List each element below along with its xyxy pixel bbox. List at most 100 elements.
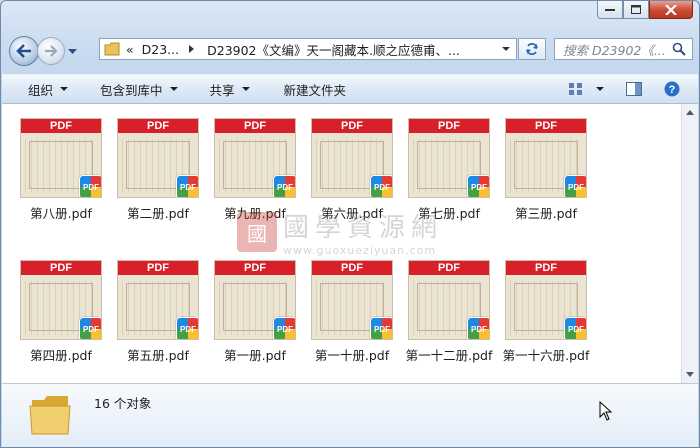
organize-menu[interactable]: 组织: [28, 80, 69, 99]
maximize-button[interactable]: [623, 1, 649, 19]
file-name: 第二册.pdf: [127, 206, 189, 221]
include-in-library-menu[interactable]: 包含到库中: [100, 80, 178, 99]
file-item[interactable]: PDF PDF 第五册.pdf: [110, 260, 206, 364]
organize-label: 组织: [28, 82, 54, 98]
pdf-banner: PDF: [409, 119, 489, 133]
maximize-icon: [631, 5, 641, 14]
chevron-down-icon: [60, 87, 69, 91]
file-item[interactable]: PDF PDF 第一十册.pdf: [304, 260, 400, 364]
pdf-app-icon: PDF: [176, 317, 198, 339]
view-grid-icon: [569, 83, 583, 95]
pdf-app-icon: PDF: [370, 317, 392, 339]
file-name: 第一十六册.pdf: [502, 348, 590, 363]
file-item[interactable]: PDF PDF 第一十二册.pdf: [401, 260, 497, 364]
forward-button[interactable]: [37, 37, 65, 65]
chevron-down-icon: [169, 87, 178, 91]
mouse-cursor-icon: [599, 401, 613, 421]
file-name: 第五册.pdf: [127, 348, 189, 363]
svg-text:?: ?: [669, 84, 676, 96]
pdf-app-icon: PDF: [79, 175, 101, 197]
file-item[interactable]: PDF PDF 第二册.pdf: [110, 118, 206, 222]
file-name: 第三册.pdf: [515, 206, 577, 221]
pdf-thumbnail: PDF PDF: [408, 118, 490, 198]
pdf-thumbnail: PDF PDF: [214, 260, 296, 340]
new-folder-label: 新建文件夹: [283, 82, 347, 98]
folder-icon: [29, 396, 71, 435]
watermark-seal: 國: [237, 212, 277, 252]
pdf-app-icon: PDF: [467, 317, 489, 339]
watermark-url: www.guoxueziyuan.com: [283, 244, 437, 257]
pdf-banner: PDF: [215, 261, 295, 275]
navigation-buttons: [9, 36, 77, 66]
chevron-down-icon[interactable]: [596, 87, 605, 91]
pdf-thumbnail: PDF PDF: [214, 118, 296, 198]
search-placeholder: 搜索 D23902《...: [563, 42, 666, 58]
preview-pane-icon: [626, 82, 643, 96]
pdf-app-icon: PDF: [564, 317, 586, 339]
caption-buttons: [597, 1, 693, 19]
details-pane: 16 个对象: [2, 383, 698, 447]
pdf-thumbnail: PDF PDF: [20, 260, 102, 340]
pdf-app-icon: PDF: [273, 317, 295, 339]
new-folder-button[interactable]: 新建文件夹: [284, 80, 347, 99]
breadcrumb-chevron-icon[interactable]: [189, 45, 195, 53]
file-name: 第八册.pdf: [30, 206, 92, 221]
pdf-thumbnail: PDF PDF: [408, 260, 490, 340]
help-button[interactable]: ?: [664, 81, 680, 97]
refresh-button[interactable]: [518, 38, 546, 60]
pdf-banner: PDF: [21, 119, 101, 133]
address-bar[interactable]: « D23... D23902《文编》天一阁藏本.顺之应德甫、...: [99, 38, 517, 60]
address-overflow[interactable]: «: [126, 42, 134, 57]
file-name: 第一册.pdf: [224, 348, 286, 363]
pdf-thumbnail: PDF PDF: [117, 118, 199, 198]
search-icon[interactable]: [672, 42, 686, 56]
pdf-thumbnail: PDF PDF: [311, 118, 393, 198]
recent-pages-dropdown[interactable]: [68, 44, 77, 58]
share-label: 共享: [209, 82, 235, 98]
item-count: 16 个对象: [94, 396, 152, 411]
pdf-app-icon: PDF: [370, 175, 392, 197]
refresh-icon: [526, 43, 538, 55]
minimize-icon: [605, 8, 615, 11]
explorer-window: « D23... D23902《文编》天一阁藏本.顺之应德甫、... 搜索 D2…: [0, 0, 700, 448]
forward-arrow-icon: [45, 45, 58, 57]
pdf-banner: PDF: [506, 119, 586, 133]
pdf-thumbnail: PDF PDF: [117, 260, 199, 340]
search-box[interactable]: 搜索 D23902《...: [554, 38, 693, 60]
pdf-app-icon: PDF: [79, 317, 101, 339]
pdf-thumbnail: PDF PDF: [505, 260, 587, 340]
folder-icon: [104, 42, 120, 56]
help-icon: ?: [664, 81, 680, 97]
pdf-banner: PDF: [506, 261, 586, 275]
pdf-thumbnail: PDF PDF: [20, 118, 102, 198]
pdf-app-icon: PDF: [273, 175, 295, 197]
pdf-app-icon: PDF: [176, 175, 198, 197]
minimize-button[interactable]: [597, 1, 623, 19]
close-icon: [665, 4, 677, 15]
close-button[interactable]: [649, 1, 693, 19]
watermark: 國 國學資源網 www.guoxueziyuan.com: [237, 207, 443, 257]
preview-pane-button[interactable]: [626, 82, 643, 96]
change-view-button[interactable]: [568, 82, 605, 96]
chevron-up-icon: [686, 110, 694, 115]
file-item[interactable]: PDF PDF 第八册.pdf: [13, 118, 109, 222]
share-menu[interactable]: 共享: [210, 80, 250, 99]
breadcrumb-current[interactable]: D23902《文编》天一阁藏本.顺之应德甫、...: [207, 40, 460, 59]
vertical-scrollbar[interactable]: [681, 104, 698, 383]
file-item[interactable]: PDF PDF 第一册.pdf: [207, 260, 303, 364]
command-bar: 组织 包含到库中 共享 新建文件夹 ?: [2, 74, 698, 104]
scroll-down-button[interactable]: [682, 366, 698, 383]
file-item[interactable]: PDF PDF 第四册.pdf: [13, 260, 109, 364]
breadcrumb-parent[interactable]: D23...: [142, 42, 179, 57]
file-name: 第一十册.pdf: [314, 348, 390, 363]
pdf-banner: PDF: [118, 119, 198, 133]
file-name: 第四册.pdf: [30, 348, 92, 363]
scroll-up-button[interactable]: [682, 104, 698, 121]
back-button[interactable]: [9, 36, 39, 66]
file-item[interactable]: PDF PDF 第一十六册.pdf: [498, 260, 594, 364]
chevron-down-icon: [68, 49, 77, 54]
address-dropdown-icon[interactable]: [502, 46, 510, 52]
file-item[interactable]: PDF PDF 第三册.pdf: [498, 118, 594, 222]
pdf-banner: PDF: [409, 261, 489, 275]
pdf-banner: PDF: [21, 261, 101, 275]
